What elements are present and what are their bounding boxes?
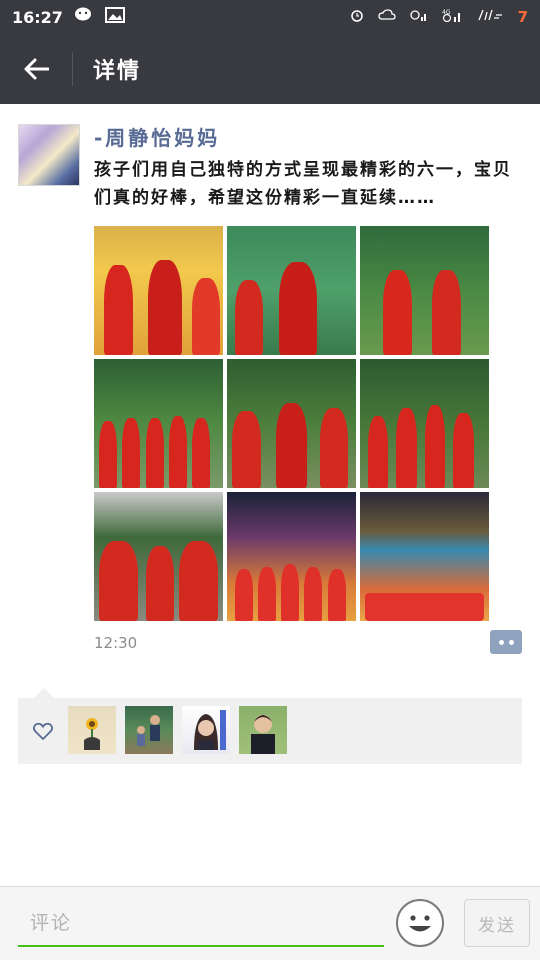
status-bar: 16:27 4G 7 xyxy=(0,0,540,34)
page-title: 详情 xyxy=(93,59,142,84)
emoji-face-icon xyxy=(409,915,431,932)
emoji-button[interactable] xyxy=(396,899,444,947)
likes-panel-arrow xyxy=(34,688,54,698)
post-timestamp: 12:30 xyxy=(94,634,138,652)
alarm-icon xyxy=(350,8,364,26)
photo-3[interactable] xyxy=(360,226,489,355)
photo-6[interactable] xyxy=(360,359,489,488)
photo-7[interactable] xyxy=(94,492,223,621)
poster-avatar[interactable] xyxy=(18,124,80,186)
nav-bar: 详情 xyxy=(0,34,540,104)
photo-grid xyxy=(94,226,490,621)
poster-username[interactable]: -周静怡妈妈 xyxy=(94,122,220,151)
likes-panel xyxy=(18,688,522,764)
nav-divider xyxy=(72,52,73,86)
cloud-icon xyxy=(377,9,396,25)
comment-button[interactable] xyxy=(490,630,522,654)
image-icon xyxy=(104,7,125,27)
comment-bar: 发送 xyxy=(0,886,540,960)
photo-5[interactable] xyxy=(227,359,356,488)
speed-icon xyxy=(477,8,504,26)
photo-1[interactable] xyxy=(94,226,223,355)
battery-level: 7 xyxy=(517,8,528,26)
wechat-icon xyxy=(74,7,95,27)
comment-input[interactable] xyxy=(18,901,384,947)
comment-dot xyxy=(498,639,504,645)
photo-9[interactable] xyxy=(360,492,489,621)
sunflower-avatar[interactable] xyxy=(68,706,116,754)
photo-8[interactable] xyxy=(227,492,356,621)
boy-avatar[interactable] xyxy=(239,706,287,754)
4g-signal-icon: 4G xyxy=(442,8,464,26)
comment-dot xyxy=(508,639,514,645)
back-arrow-icon xyxy=(24,58,49,80)
heart-icon xyxy=(33,722,53,740)
status-time: 16:27 xyxy=(12,7,63,27)
signal-icon xyxy=(409,8,428,26)
send-button[interactable]: 发送 xyxy=(464,899,530,947)
photo-4[interactable] xyxy=(94,359,223,488)
woman-avatar[interactable] xyxy=(182,706,230,754)
photo-2[interactable] xyxy=(227,226,356,355)
post-text: 孩子们用自己独特的方式呈现最精彩的六一，宝贝们真的好棒，希望这份精彩一直延续…… xyxy=(94,160,512,208)
family-avatar[interactable] xyxy=(125,706,173,754)
back-button[interactable] xyxy=(0,34,72,104)
